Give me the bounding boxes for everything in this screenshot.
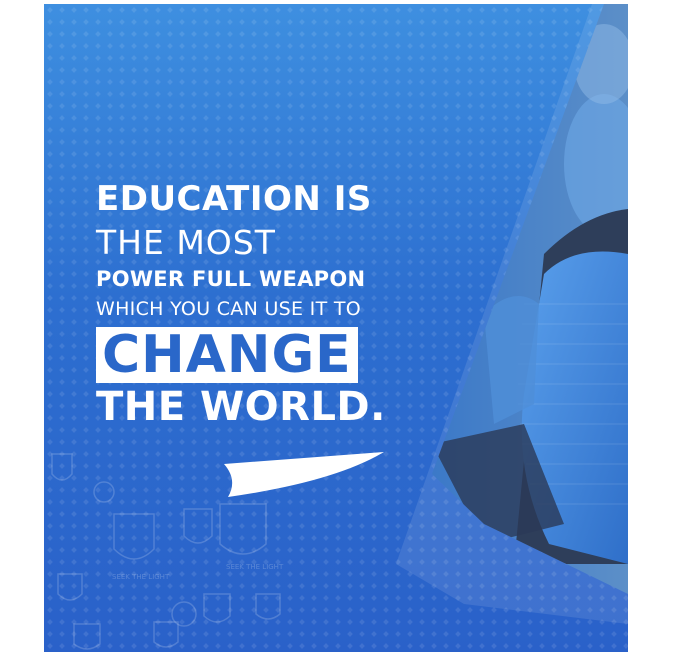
headline-line-4: WHICH YOU CAN USE IT TO <box>96 298 361 320</box>
quote-tail-icon <box>224 452 384 497</box>
headline-line-6: THE WORLD. <box>96 384 386 430</box>
headline-line-2: THE MOST <box>96 223 276 262</box>
headline-line-1: EDUCATION IS <box>96 179 372 219</box>
page: SEEK THE LIGHT SEEK THE LIGHT EDUCATION … <box>0 0 684 652</box>
headline-line-3: POWER FULL WEAPON <box>96 267 366 291</box>
watermark-motto-2: SEEK THE LIGHT <box>226 563 284 571</box>
poster: SEEK THE LIGHT SEEK THE LIGHT EDUCATION … <box>44 4 628 652</box>
headline: EDUCATION IS THE MOST POWER FULL WEAPON … <box>96 182 386 427</box>
watermark-motto-1: SEEK THE LIGHT <box>112 573 170 581</box>
headline-highlight: CHANGE <box>96 327 358 383</box>
